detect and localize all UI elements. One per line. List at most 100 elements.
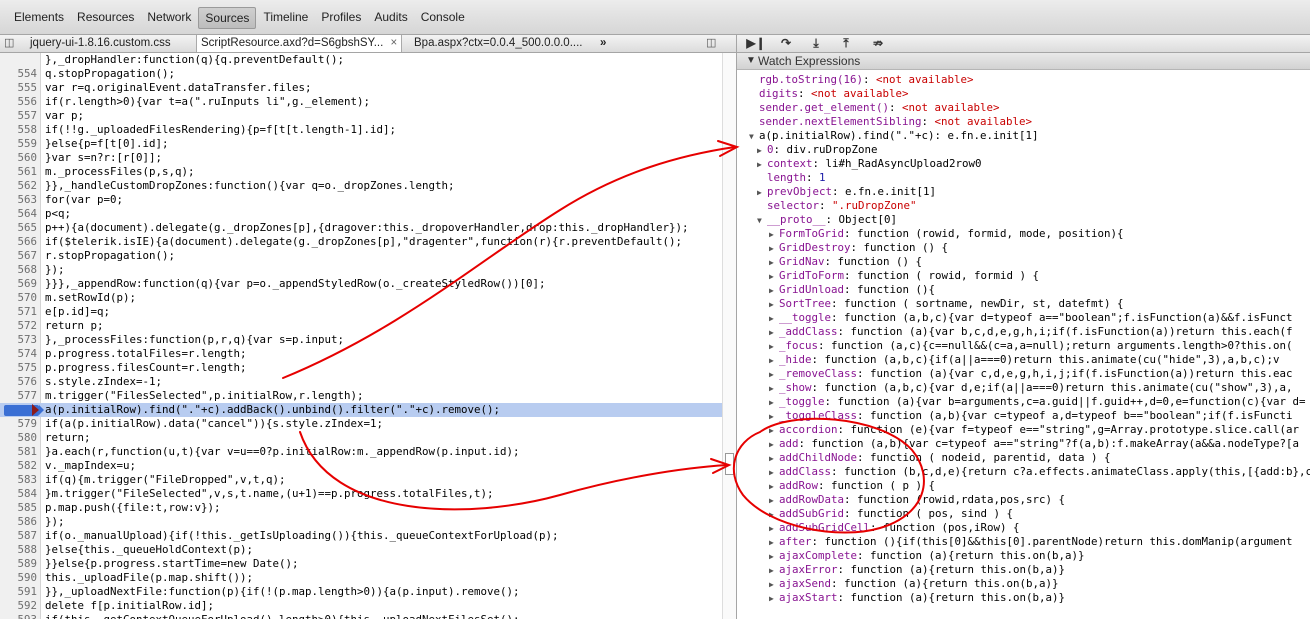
line-number[interactable]: 573 (0, 333, 37, 347)
collapsed-triangle-icon[interactable]: ▶ (769, 494, 779, 507)
line-number[interactable]: 558 (0, 123, 37, 137)
watch-line[interactable]: ▶ add: function (a,b){var c=typeof a=="st… (769, 437, 1310, 451)
watch-line[interactable]: ▶ GridUnload: function (){ (769, 283, 1310, 297)
collapsed-triangle-icon[interactable]: ▶ (769, 284, 779, 297)
watch-line[interactable]: ▶ addSubGridCell: function (pos,iRow) { (769, 521, 1310, 535)
expanded-triangle-icon[interactable]: ▼ (757, 214, 767, 227)
collapsed-triangle-icon[interactable]: ▶ (769, 480, 779, 493)
expanded-triangle-icon[interactable]: ▼ (749, 130, 759, 143)
collapsed-triangle-icon[interactable]: ▶ (769, 312, 779, 325)
watch-line[interactable]: ▶ _show: function (a,b,c){var d,e;if(a||a… (769, 381, 1310, 395)
line-number[interactable]: 586 (0, 515, 37, 529)
watch-line[interactable]: ▶ FormToGrid: function (rowid, formid, mo… (769, 227, 1310, 241)
watch-line[interactable]: ▶ prevObject: e.fn.e.init[1] (757, 185, 1310, 199)
line-number[interactable]: 590 (0, 571, 37, 585)
line-number[interactable]: 576 (0, 375, 37, 389)
watch-line[interactable]: ▶ 0: div.ruDropZone (757, 143, 1310, 157)
line-number[interactable]: 591 (0, 585, 37, 599)
collapsed-triangle-icon[interactable]: ▶ (757, 186, 767, 199)
line-number[interactable]: 581 (0, 445, 37, 459)
code-editor[interactable]: 554 555 556 557 558 559 560 561 562 563 564 565 566 5… (0, 53, 736, 619)
line-number[interactable] (0, 53, 37, 67)
collapsed-triangle-icon[interactable]: ▶ (769, 340, 779, 353)
line-number[interactable]: 554 (0, 67, 37, 81)
line-number[interactable]: 592 (0, 599, 37, 613)
line-number[interactable]: 566 (0, 235, 37, 249)
collapsed-triangle-icon[interactable]: ▶ (769, 550, 779, 563)
collapsed-triangle-icon[interactable]: ▶ (757, 158, 767, 171)
line-number[interactable]: 555 (0, 81, 37, 95)
collapsed-triangle-icon[interactable]: ▶ (769, 256, 779, 269)
collapsed-triangle-icon[interactable]: ▶ (769, 382, 779, 395)
collapsed-triangle-icon[interactable]: ▶ (769, 354, 779, 367)
watch-line[interactable]: ▶ ajaxStart: function (a){return this.on(… (769, 591, 1310, 605)
watch-line[interactable]: ▶ __toggle: function (a,b,c){var d=typeof… (769, 311, 1310, 325)
collapsed-triangle-icon[interactable]: ▶ (769, 410, 779, 423)
step-out-icon[interactable]: ⤒ (833, 35, 859, 52)
watch-line[interactable]: ▶ _toggleClass: function (a,b){var c=type… (769, 409, 1310, 423)
tab-resources[interactable]: Resources (71, 7, 140, 29)
watch-line[interactable]: ▶ GridToForm: function ( rowid, formid ) … (769, 269, 1310, 283)
line-number[interactable]: 564 (0, 207, 37, 221)
tab-sources[interactable]: Sources (198, 7, 257, 29)
editor-scrollbar[interactable] (722, 53, 736, 619)
watch-line[interactable]: ▶ addClass: function (b,c,d,e){return c?a… (769, 465, 1310, 479)
watch-line[interactable]: ▶ _toggle: function (a){var b=arguments,c… (769, 395, 1310, 409)
line-number[interactable]: 570 (0, 291, 37, 305)
close-icon[interactable]: × (391, 37, 398, 49)
watch-line[interactable]: ▶ GridNav: function () { (769, 255, 1310, 269)
collapsed-triangle-icon[interactable]: ▶ (769, 298, 779, 311)
watch-line[interactable]: ▼ __proto__: Object[0] (757, 213, 1310, 227)
toggle-navigator-icon[interactable]: ◫ (4, 36, 14, 51)
watch-line[interactable]: ▶ _addClass: function (a){var b,c,d,e,g,h… (769, 325, 1310, 339)
line-number[interactable]: 572 (0, 319, 37, 333)
watch-line[interactable]: ▶ _hide: function (a,b,c){if(a||a===0)ret… (769, 353, 1310, 367)
watch-line[interactable]: ▼ a(p.initialRow).find("."+c): e.fn.e.ini… (749, 129, 1310, 143)
scrollbar-thumb[interactable] (725, 453, 734, 475)
line-number[interactable]: 560 (0, 151, 37, 165)
watch-line[interactable]: ▶ addChildNode: function ( nodeid, parent… (769, 451, 1310, 465)
watch-line[interactable]: ▶ SortTree: function ( sortname, newDir, … (769, 297, 1310, 311)
line-number[interactable]: 582 (0, 459, 37, 473)
collapsed-triangle-icon[interactable]: ▶ (757, 144, 767, 157)
line-number[interactable]: 556 (0, 95, 37, 109)
line-number[interactable]: 569 (0, 277, 37, 291)
line-number[interactable]: 563 (0, 193, 37, 207)
watch-line[interactable]: ▶ ajaxError: function (a){return this.on(… (769, 563, 1310, 577)
line-number[interactable]: 568 (0, 263, 37, 277)
tab-elements[interactable]: Elements (8, 7, 70, 29)
line-number[interactable]: 593 (0, 613, 37, 619)
deactivate-breakpoints-icon[interactable]: ⇏ (865, 35, 891, 52)
tab-network[interactable]: Network (141, 7, 197, 29)
collapsed-triangle-icon[interactable]: ▶ (769, 242, 779, 255)
file-tab-bpa[interactable]: Bpa.aspx?ctx=0.0.4_500.0.0.0.... (414, 35, 582, 52)
collapsed-triangle-icon[interactable]: ▶ (769, 326, 779, 339)
watch-line[interactable]: ▶ addRow: function ( p ) { (769, 479, 1310, 493)
collapsed-triangle-icon[interactable]: ▶ (769, 270, 779, 283)
line-number[interactable]: 584 (0, 487, 37, 501)
file-tab-scriptresource[interactable]: ScriptResource.axd?d=S6gbshSY... × (196, 35, 403, 52)
tab-console[interactable]: Console (415, 7, 471, 29)
watch-line[interactable]: ▶ addSubGrid: function ( pos, sind ) { (769, 507, 1310, 521)
line-number[interactable]: 567 (0, 249, 37, 263)
collapsed-triangle-icon[interactable]: ▶ (769, 438, 779, 451)
collapsed-triangle-icon[interactable]: ▶ (769, 592, 779, 605)
collapsed-triangle-icon[interactable]: ▶ (769, 522, 779, 535)
line-number[interactable]: 580 (0, 431, 37, 445)
line-number[interactable]: 577 (0, 389, 37, 403)
watch-line[interactable]: ▶ ajaxSend: function (a){return this.on(b… (769, 577, 1310, 591)
chevron-right-icon[interactable]: » (600, 35, 606, 52)
collapsed-triangle-icon[interactable]: ▶ (769, 452, 779, 465)
line-number[interactable]: 588 (0, 543, 37, 557)
pause-resume-icon[interactable]: ▶❙ (743, 35, 769, 52)
watch-line[interactable]: ▶ _removeClass: function (a){var c,d,e,g,… (769, 367, 1310, 381)
line-number[interactable]: 557 (0, 109, 37, 123)
watch-line[interactable]: ▶ accordion: function (e){var f=typeof e=… (769, 423, 1310, 437)
watch-expressions-header[interactable]: ▼ Watch Expressions (737, 53, 1310, 70)
line-number[interactable]: 565 (0, 221, 37, 235)
watch-line[interactable]: ▶ context: li#h_RadAsyncUpload2row0 (757, 157, 1310, 171)
file-tab-jquery-ui[interactable]: jquery-ui-1.8.16.custom.css (30, 35, 171, 52)
line-number[interactable]: 571 (0, 305, 37, 319)
line-number[interactable]: 583 (0, 473, 37, 487)
step-over-icon[interactable]: ↷ (773, 35, 799, 52)
